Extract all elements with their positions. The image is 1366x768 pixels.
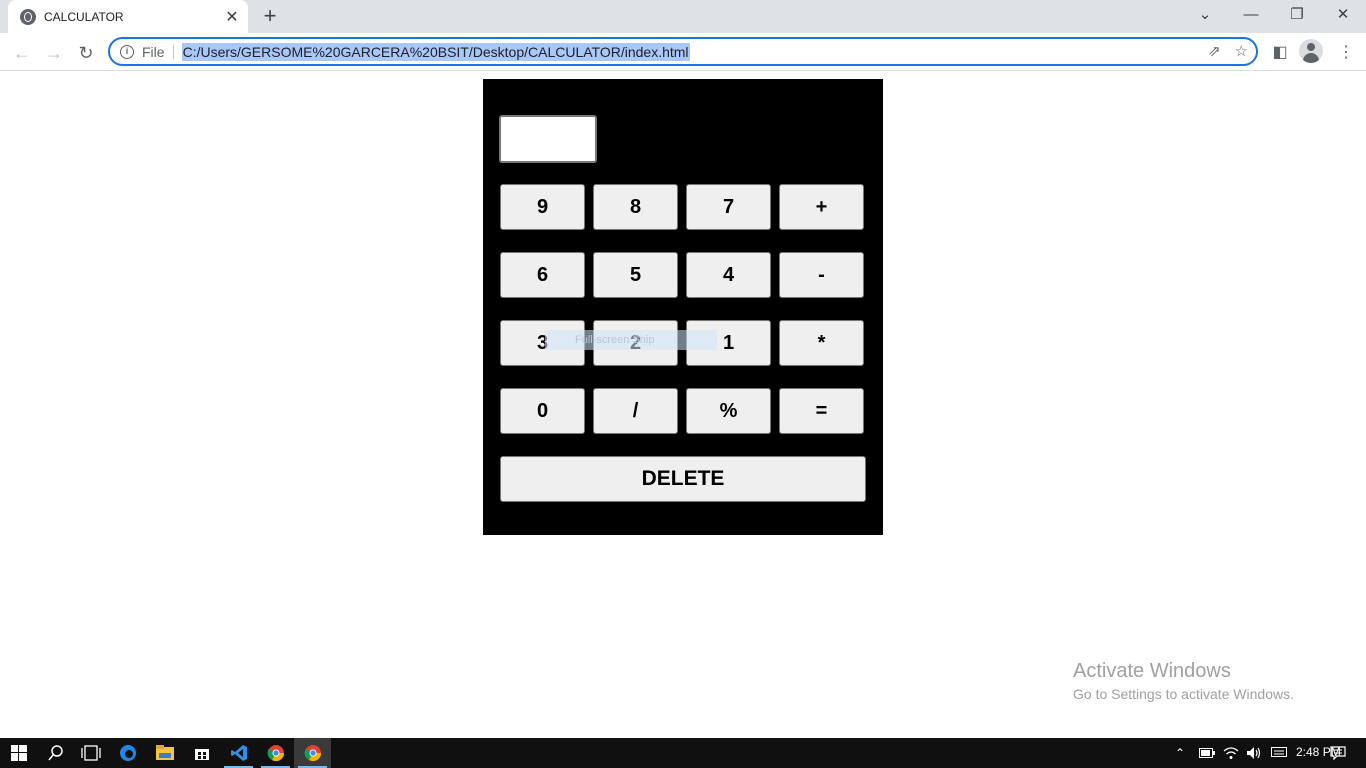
key-7[interactable]: 7 — [686, 184, 771, 230]
chrome-active-icon[interactable] — [294, 738, 331, 768]
notification-icon[interactable] — [1330, 738, 1346, 768]
delete-button[interactable]: DELETE — [500, 456, 866, 502]
browser-titlebar: CALCULATOR ✕ + ⌄ — ❐ ✕ — [0, 0, 1366, 33]
address-scheme-label: File — [142, 44, 174, 59]
key-minus[interactable]: - — [779, 252, 864, 298]
key-6[interactable]: 6 — [500, 252, 585, 298]
search-icon[interactable] — [37, 738, 74, 768]
bookmark-star-icon[interactable]: ☆ — [1235, 42, 1248, 60]
new-tab-button[interactable]: + — [258, 4, 282, 28]
forward-arrow-icon[interactable]: → — [40, 39, 68, 67]
close-window-button[interactable]: ✕ — [1320, 0, 1366, 30]
snip-overlay: Full-screen Snip — [545, 330, 717, 350]
globe-icon — [20, 8, 36, 25]
key-plus[interactable]: + — [779, 184, 864, 230]
key-9[interactable]: 9 — [500, 184, 585, 230]
watermark-subtitle: Go to Settings to activate Windows. — [1073, 686, 1294, 702]
key-8[interactable]: 8 — [593, 184, 678, 230]
key-percent[interactable]: % — [686, 388, 771, 434]
address-bar[interactable]: i File C:/Users/GERSOME%20GARCERA%20BSIT… — [108, 37, 1258, 66]
reload-icon[interactable]: ↻ — [72, 39, 100, 67]
key-divide[interactable]: / — [593, 388, 678, 434]
activate-windows-watermark: Activate Windows Go to Settings to activ… — [1073, 660, 1294, 702]
menu-kebab-icon[interactable]: ⋮ — [1332, 39, 1360, 67]
tab-title: CALCULATOR — [44, 9, 124, 24]
calculator-display[interactable] — [499, 115, 597, 163]
wifi-icon[interactable] — [1223, 738, 1239, 768]
store-icon[interactable] — [183, 738, 220, 768]
key-equals[interactable]: = — [779, 388, 864, 434]
key-5[interactable]: 5 — [593, 252, 678, 298]
vscode-icon[interactable] — [220, 738, 257, 768]
calculator: 9 8 7 + 6 5 4 - 3 2 1 * 0 / % = DELETE — [483, 79, 883, 535]
restore-button[interactable]: ❐ — [1274, 0, 1320, 30]
browser-toolbar: ← → ↻ i File C:/Users/GERSOME%20GARCERA%… — [0, 33, 1366, 71]
volume-icon[interactable] — [1246, 738, 1262, 768]
edge-browser-icon[interactable] — [109, 738, 146, 768]
ime-keyboard-icon[interactable] — [1271, 738, 1287, 768]
minimize-button[interactable]: — — [1228, 0, 1274, 30]
key-0[interactable]: 0 — [500, 388, 585, 434]
profile-avatar-icon[interactable] — [1299, 39, 1323, 63]
key-multiply[interactable]: * — [779, 320, 864, 366]
browser-tab[interactable]: CALCULATOR ✕ — [8, 0, 248, 33]
task-view-icon[interactable] — [72, 738, 109, 768]
watermark-title: Activate Windows — [1073, 660, 1231, 682]
key-4[interactable]: 4 — [686, 252, 771, 298]
share-icon[interactable]: ⇗ — [1208, 42, 1221, 60]
side-panel-icon[interactable]: ◧ — [1266, 39, 1294, 67]
tab-close-icon[interactable]: ✕ — [220, 7, 244, 27]
show-hidden-icons-chevron-icon[interactable]: ⌃ — [1175, 738, 1185, 768]
back-arrow-icon[interactable]: ← — [8, 39, 36, 67]
address-url[interactable]: C:/Users/GERSOME%20GARCERA%20BSIT/Deskto… — [181, 42, 690, 61]
battery-icon[interactable] — [1199, 738, 1215, 768]
file-explorer-icon[interactable] — [146, 738, 183, 768]
chrome-icon[interactable] — [257, 738, 294, 768]
windows-taskbar: ⌃ 2:48 PM — [0, 738, 1366, 768]
info-icon[interactable]: i — [120, 44, 134, 59]
start-windows-icon[interactable] — [0, 738, 37, 768]
tab-search-icon[interactable]: ⌄ — [1182, 0, 1228, 30]
